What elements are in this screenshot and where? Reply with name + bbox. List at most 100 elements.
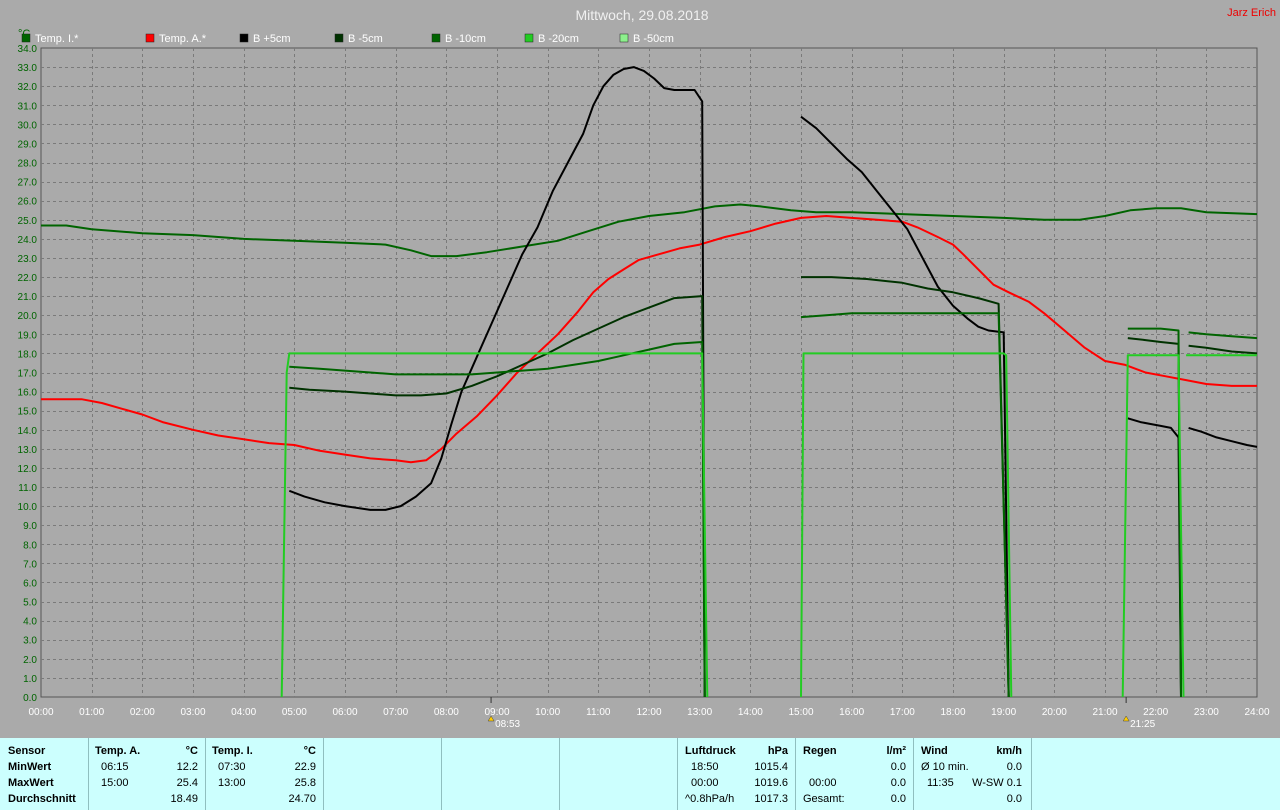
author-label: Jarz Erich [1227,7,1276,19]
y-tick-label: 33.0 [18,63,38,74]
avg-label: Durchschnitt [8,793,76,805]
legend-swatch [431,33,441,43]
temp-a-avg-value: 18.49 [170,793,198,805]
y-tick-label: 6.0 [23,578,37,589]
x-tick-label: 03:00 [180,707,205,718]
y-tick-label: 19.0 [18,330,38,341]
pressure-max-time: 00:00 [691,777,719,789]
chart-title: Mittwoch, 29.08.2018 [575,7,708,23]
x-tick-label: 12:00 [636,707,661,718]
legend-label: B -10cm [445,33,486,45]
temp-a-min-time: 06:15 [101,761,129,773]
legend-swatch [334,33,344,43]
wind-gust-value: W-SW 0.1 [972,777,1022,789]
y-tick-label: 0.0 [23,693,37,704]
wind-avg-label: Ø 10 min. [921,761,969,773]
temp-i-avg-value: 24.70 [288,793,316,805]
y-tick-label: 4.0 [23,617,37,628]
y-tick-label: 31.0 [18,101,38,112]
x-tick-label: 17:00 [890,707,915,718]
temp-a-min-value: 12.2 [176,761,198,773]
y-tick-label: 25.0 [18,216,38,227]
summary-panel: Sensor MinWert MaxWert Durchschnitt Temp… [0,738,1280,810]
x-tick-label: 10:00 [535,707,560,718]
pressure-min-time: 18:50 [691,761,719,773]
rain-total-label: Gesamt: [803,793,845,805]
legend-swatch [145,33,155,43]
temp-i-max-value: 25.8 [294,777,316,789]
rain-total-value: 0.0 [890,793,906,805]
wind-gust-time: 11:35 [927,777,954,789]
x-tick-label: 22:00 [1143,707,1168,718]
y-tick-label: 32.0 [18,82,38,93]
x-tick-label: 15:00 [788,707,813,718]
temp-i-unit: °C [303,745,316,757]
rain-row2-time: 00:00 [809,777,837,789]
x-tick-label: 19:00 [991,707,1016,718]
x-tick-label: 05:00 [282,707,307,718]
temperature-chart: 0.0 1.0 2.0 3.0 4.0 5.0 6.0 7.0 8.0 9.0 10.0 11.0 12… [0,0,1280,740]
y-tick-label: 10.0 [18,502,38,513]
y-tick-label: 16.0 [18,388,38,399]
y-tick-label: 28.0 [18,159,38,170]
y-tick-label: 1.0 [23,674,37,685]
legend-swatch [524,33,534,43]
x-tick-label: 11:00 [586,707,611,718]
pressure-min-value: 1015.4 [754,761,788,773]
y-tick-label: 17.0 [18,369,38,380]
chart-background [0,0,1280,740]
temp-a-max-time: 15:00 [101,777,129,789]
max-label: MaxWert [8,777,54,789]
wind-avg-value: 0.0 [1006,761,1022,773]
pressure-trend-label: ^0.8hPa/h [685,793,735,805]
pressure-avg-value: 1017.3 [754,793,788,805]
temp-i-min-time: 07:30 [218,761,246,773]
y-tick-label: 9.0 [23,521,37,532]
legend-label: B +5cm [253,33,291,45]
x-tick-label: 04:00 [231,707,256,718]
y-tick-label: 18.0 [18,349,38,360]
rain-unit: l/m² [886,745,906,757]
y-tick-label: 2.0 [23,655,37,666]
wind-row3-value: 0.0 [1006,793,1022,805]
y-tick-label: 5.0 [23,598,37,609]
y-tick-label: 26.0 [18,197,38,208]
legend-label: Temp. I.* [35,33,79,45]
y-tick-label: 8.0 [23,540,37,551]
rain-row2-value: 0.0 [890,777,906,789]
y-tick-label: 14.0 [18,426,38,437]
temp-i-max-time: 13:00 [218,777,246,789]
y-tick-label: 21.0 [18,292,38,303]
legend-label: B -20cm [538,33,579,45]
x-tick-label: 24:00 [1244,707,1269,718]
y-tick-label: 15.0 [18,407,38,418]
rain-header: Regen [803,745,837,757]
y-tick-label: 23.0 [18,254,38,265]
legend-swatch [619,33,629,43]
y-tick-label: 30.0 [18,120,38,131]
marker-time-label: 21:25 [1130,719,1155,730]
pressure-header: Luftdruck [685,745,736,757]
rain-row1-value: 0.0 [890,761,906,773]
temp-a-max-value: 25.4 [176,777,198,789]
y-tick-label: 7.0 [23,559,37,570]
x-tick-label: 08:00 [434,707,459,718]
x-tick-label: 18:00 [940,707,965,718]
legend-swatch [239,33,249,43]
y-axis-unit: °C [18,28,30,40]
x-tick-label: 20:00 [1042,707,1067,718]
x-tick-label: 01:00 [79,707,104,718]
x-tick-label: 13:00 [687,707,712,718]
y-tick-label: 22.0 [18,273,38,284]
sensor-header: Sensor [8,745,46,757]
y-tick-label: 20.0 [18,311,38,322]
y-tick-label: 27.0 [18,178,38,189]
legend-label: B -50cm [633,33,674,45]
temp-a-header: Temp. A. [95,745,141,757]
x-tick-label: 00:00 [28,707,53,718]
y-tick-label: 29.0 [18,139,38,150]
min-label: MinWert [8,761,52,773]
x-tick-label: 14:00 [738,707,763,718]
marker-time-label: 08:53 [495,719,520,730]
wind-unit: km/h [996,745,1022,757]
